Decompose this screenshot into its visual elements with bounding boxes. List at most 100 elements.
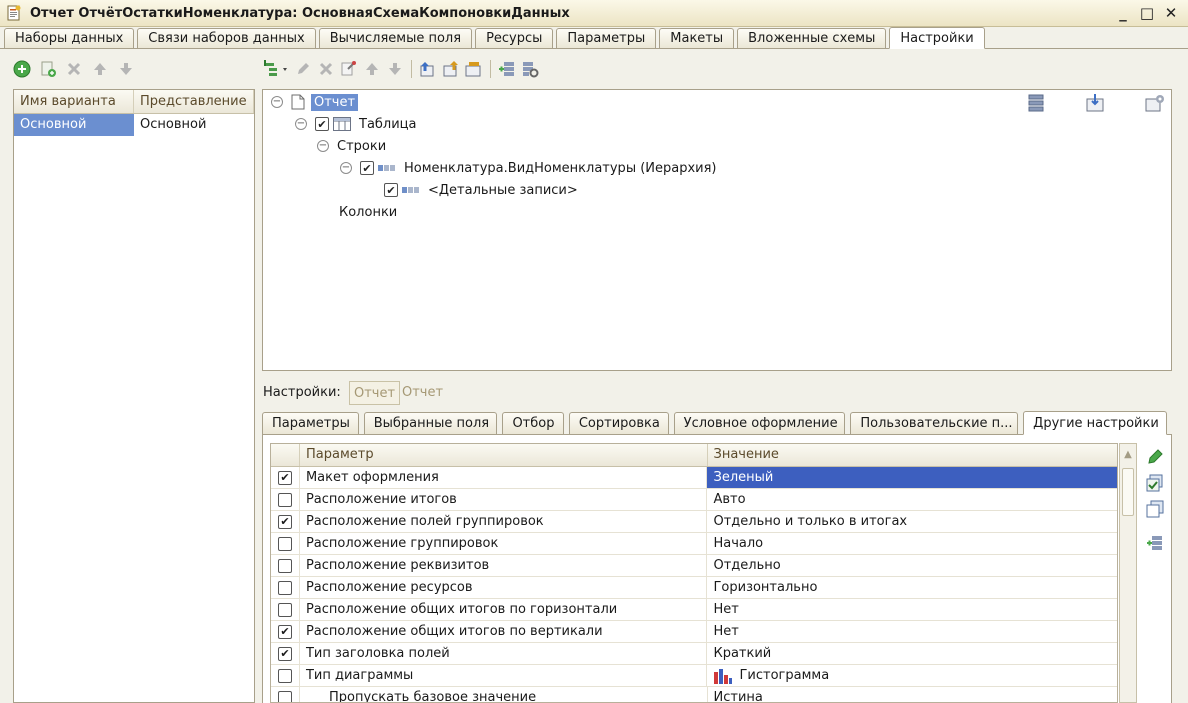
tab-calculated-fields[interactable]: Вычисляемые поля <box>318 28 473 48</box>
move-into-icon[interactable] <box>441 59 461 79</box>
tab-other-settings[interactable]: Другие настройки <box>1023 411 1167 435</box>
row-checkbox[interactable] <box>277 668 292 683</box>
tree-node-rows[interactable]: − Строки <box>317 136 386 156</box>
parameter-name-cell[interactable]: Макет оформления <box>300 467 708 488</box>
table-row[interactable]: Расположение реквизитов Отдельно <box>271 555 1117 577</box>
table-row[interactable]: ✔ Тип заголовка полей Краткий <box>271 643 1117 665</box>
scroll-thumb[interactable] <box>1122 468 1134 516</box>
table-row[interactable]: ✔ Расположение общих итогов по вертикали Н… <box>271 621 1117 643</box>
column-header-value[interactable]: Значение <box>708 444 1118 466</box>
tab-user-fields[interactable]: Пользовательские п... <box>850 412 1019 434</box>
structure-mode-icon[interactable] <box>1085 94 1105 116</box>
tab-parameters[interactable]: Параметры <box>556 28 657 48</box>
variant-name-cell[interactable]: Основной <box>14 114 134 136</box>
clear-icon[interactable] <box>339 59 359 79</box>
parameter-value-cell[interactable]: Отдельно и только в итогах <box>707 511 1117 532</box>
tab-templates[interactable]: Макеты <box>659 28 735 48</box>
table-row[interactable]: Расположение общих итогов по горизонтали… <box>271 599 1117 621</box>
parameter-value-cell[interactable]: Гистограмма <box>707 665 1117 686</box>
parameter-name-cell[interactable]: Расположение полей группировок <box>300 511 708 532</box>
tab-filter[interactable]: Отбор <box>502 412 564 434</box>
move-level-up-icon[interactable] <box>418 59 438 79</box>
row-checkbox[interactable] <box>277 602 292 617</box>
tree-node-report[interactable]: − Отчет <box>271 92 359 112</box>
details-checkbox[interactable]: ✔ <box>384 183 398 197</box>
row-checkbox[interactable] <box>277 558 292 573</box>
collapse-icon[interactable]: − <box>340 162 352 174</box>
parameter-value-cell[interactable]: Зеленый <box>707 467 1117 488</box>
parameter-name-cell[interactable]: Тип диаграммы <box>300 665 708 686</box>
tree-node-details[interactable]: ✔ <Детальные записи> <box>384 180 578 200</box>
tab-sorting[interactable]: Сортировка <box>568 412 669 434</box>
setting-properties-icon[interactable] <box>520 59 540 79</box>
parameter-value-cell[interactable]: Горизонтально <box>707 577 1117 598</box>
table-row[interactable]: Расположение ресурсов Горизонтально <box>271 577 1117 599</box>
parameter-value-cell[interactable]: Отдельно <box>707 555 1117 576</box>
parameter-value-cell[interactable]: Авто <box>707 489 1117 510</box>
row-checkbox[interactable] <box>277 492 292 507</box>
column-header-presentation[interactable]: Представление <box>134 90 254 113</box>
parameter-name-cell[interactable]: Пропускать базовое значение <box>300 687 708 702</box>
row-checkbox[interactable]: ✔ <box>277 514 292 529</box>
check-all-icon[interactable] <box>1145 473 1165 493</box>
table-row[interactable]: ✔ Расположение полей группировок Отдельно … <box>271 511 1117 533</box>
move-down-icon[interactable] <box>116 59 136 79</box>
move-up-icon[interactable] <box>362 59 382 79</box>
uncheck-all-icon[interactable] <box>1145 499 1165 519</box>
table-row[interactable]: Расположение итогов Авто <box>271 489 1117 511</box>
add-grouping-icon[interactable] <box>262 59 290 79</box>
tab-data-set-links[interactable]: Связи наборов данных <box>137 28 316 48</box>
column-header-variant-name[interactable]: Имя варианта <box>14 90 134 113</box>
parameter-name-cell[interactable]: Расположение итогов <box>300 489 708 510</box>
group-checkbox[interactable]: ✔ <box>360 161 374 175</box>
tree-node-columns[interactable]: Колонки <box>339 202 397 222</box>
delete-icon[interactable] <box>316 59 336 79</box>
parameter-value-cell[interactable]: Нет <box>707 599 1117 620</box>
move-up-icon[interactable] <box>90 59 110 79</box>
row-checkbox[interactable]: ✔ <box>277 646 292 661</box>
tree-node-group[interactable]: − ✔ Номенклатура.ВидНоменклатуры (Иерарх… <box>340 158 717 178</box>
tab-data-sets[interactable]: Наборы данных <box>4 28 135 48</box>
tab-nested-schemas[interactable]: Вложенные схемы <box>737 28 887 48</box>
row-checkbox[interactable] <box>277 690 292 702</box>
parameter-name-cell[interactable]: Расположение общих итогов по горизонтали <box>300 599 708 620</box>
column-header-parameter[interactable]: Параметр <box>300 444 708 466</box>
parameter-name-cell[interactable]: Тип заголовка полей <box>300 643 708 664</box>
table-row[interactable]: Расположение группировок Начало <box>271 533 1117 555</box>
tab-selected-fields[interactable]: Выбранные поля <box>363 412 498 434</box>
tab-conditional-appearance[interactable]: Условное оформление <box>673 412 846 434</box>
move-down-icon[interactable] <box>385 59 405 79</box>
parameter-name-cell[interactable]: Расположение ресурсов <box>300 577 708 598</box>
add-parameter-icon[interactable] <box>1145 533 1165 553</box>
parameter-value-cell[interactable]: Нет <box>707 621 1117 642</box>
parameter-name-cell[interactable]: Расположение общих итогов по вертикали <box>300 621 708 642</box>
table-row[interactable]: Пропускать базовое значение Истина <box>271 687 1118 702</box>
new-setting-icon[interactable] <box>497 59 517 79</box>
grouping-fields-icon[interactable] <box>1026 94 1046 116</box>
edit-icon[interactable] <box>293 59 313 79</box>
table-row[interactable]: ✔ Макет оформления Зеленый <box>271 467 1117 489</box>
row-checkbox[interactable]: ✔ <box>277 470 292 485</box>
tab-resources[interactable]: Ресурсы <box>475 28 554 48</box>
tree-label-report[interactable]: Отчет <box>311 93 359 111</box>
parameter-value-cell[interactable]: Начало <box>707 533 1117 554</box>
maximize-button[interactable]: □ <box>1136 2 1158 24</box>
row-checkbox[interactable] <box>277 536 292 551</box>
add-icon[interactable] <box>12 59 32 79</box>
parameter-value-cell[interactable]: Краткий <box>707 643 1117 664</box>
collapse-icon[interactable]: − <box>295 118 307 130</box>
table-row[interactable]: Основной Основной <box>14 114 254 136</box>
close-button[interactable]: ✕ <box>1160 2 1182 24</box>
variant-presentation-cell[interactable]: Основной <box>134 114 254 136</box>
grid-scrollbar[interactable]: ▲ <box>1119 443 1137 703</box>
collapse-icon[interactable]: − <box>271 96 283 108</box>
copy-add-icon[interactable] <box>38 59 58 79</box>
structure-settings-icon[interactable] <box>1145 94 1165 116</box>
parameter-value-cell[interactable]: Истина <box>708 687 1118 702</box>
tab-settings[interactable]: Настройки <box>889 27 985 49</box>
parameter-name-cell[interactable]: Расположение реквизитов <box>300 555 708 576</box>
delete-icon[interactable] <box>64 59 84 79</box>
minimize-button[interactable]: _ <box>1112 2 1134 24</box>
collapse-icon[interactable]: − <box>317 140 329 152</box>
group-icon[interactable] <box>464 59 484 79</box>
